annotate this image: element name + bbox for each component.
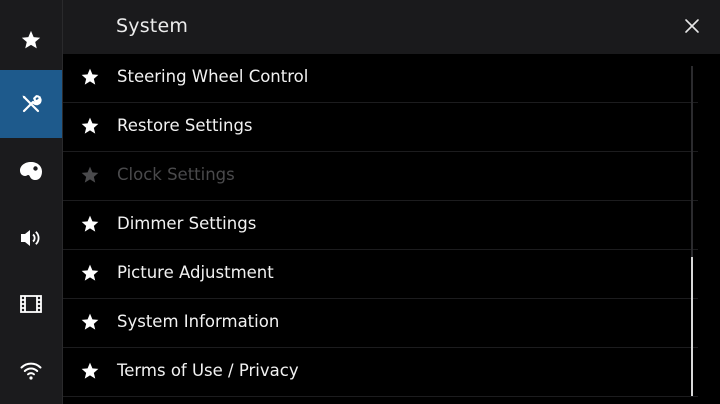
tools-icon: [22, 95, 42, 113]
list-item-label: Terms of Use / Privacy: [117, 361, 299, 380]
star-icon: [79, 164, 101, 186]
list-item-label: Clock Settings: [117, 165, 235, 184]
star-icon[interactable]: [79, 66, 101, 88]
sidebar-item-video[interactable]: [0, 270, 62, 337]
list-item-label: System Information: [117, 312, 280, 331]
sidebar-item-favorites[interactable]: [0, 6, 62, 73]
star-icon[interactable]: [79, 115, 101, 137]
speaker-icon: [21, 229, 40, 246]
list-item-terms-of-use[interactable]: Terms of Use / Privacy: [63, 348, 698, 397]
palette-icon: [20, 161, 42, 180]
close-button[interactable]: [680, 14, 704, 38]
list-item-restore-settings[interactable]: Restore Settings: [63, 103, 698, 152]
list-item-label: Steering Wheel Control: [117, 67, 309, 86]
header: System: [63, 0, 720, 54]
sidebar-item-wireless[interactable]: [0, 336, 62, 403]
scrollbar[interactable]: [691, 66, 693, 396]
star-icon[interactable]: [79, 311, 101, 333]
list-item-system-information[interactable]: System Information: [63, 299, 698, 348]
sidebar: [0, 0, 63, 404]
star-icon[interactable]: [79, 360, 101, 382]
star-icon[interactable]: [79, 213, 101, 235]
page-title: System: [116, 15, 189, 37]
sidebar-item-theme[interactable]: [0, 137, 62, 204]
sidebar-item-system[interactable]: [0, 70, 62, 138]
list-item-dimmer-settings[interactable]: Dimmer Settings: [63, 201, 698, 250]
list-item-steering-wheel-control[interactable]: Steering Wheel Control: [63, 54, 698, 103]
list-item-picture-adjustment[interactable]: Picture Adjustment: [63, 250, 698, 299]
list-item-clock-settings: Clock Settings: [63, 152, 698, 201]
list-item-label: Dimmer Settings: [117, 214, 257, 233]
close-icon: [685, 19, 699, 33]
wifi-icon: [20, 362, 42, 380]
star-icon[interactable]: [79, 262, 101, 284]
scrollbar-thumb[interactable]: [691, 257, 693, 396]
sidebar-item-audio[interactable]: [0, 204, 62, 271]
star-icon: [21, 30, 41, 48]
list-item-label: Restore Settings: [117, 116, 253, 135]
film-icon: [20, 294, 42, 313]
list-item-label: Picture Adjustment: [117, 263, 274, 282]
